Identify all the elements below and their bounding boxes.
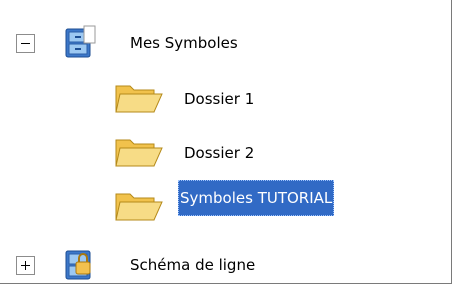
tree-label-symboles-tutorial[interactable]: Symboles TUTORIAL <box>178 180 335 216</box>
tree-label-dossier-2[interactable]: Dossier 2 <box>184 144 254 162</box>
folder-open-icon <box>112 132 168 174</box>
folder-open-icon <box>112 78 168 120</box>
locked-cabinet-icon <box>64 246 98 288</box>
folder-open-icon <box>112 186 168 228</box>
tree-label-dossier-1[interactable]: Dossier 1 <box>184 90 254 108</box>
tree-label-schema-de-ligne[interactable]: Schéma de ligne <box>130 256 255 274</box>
collapse-toggle-mes-symboles[interactable] <box>16 34 35 53</box>
tree-view: Mes Symboles Dossier 1 Dossier 2 Symbole… <box>0 0 452 284</box>
cabinet-icon <box>64 24 98 64</box>
expand-toggle-schema-de-ligne[interactable] <box>16 256 35 275</box>
tree-label-mes-symboles[interactable]: Mes Symboles <box>130 34 238 52</box>
